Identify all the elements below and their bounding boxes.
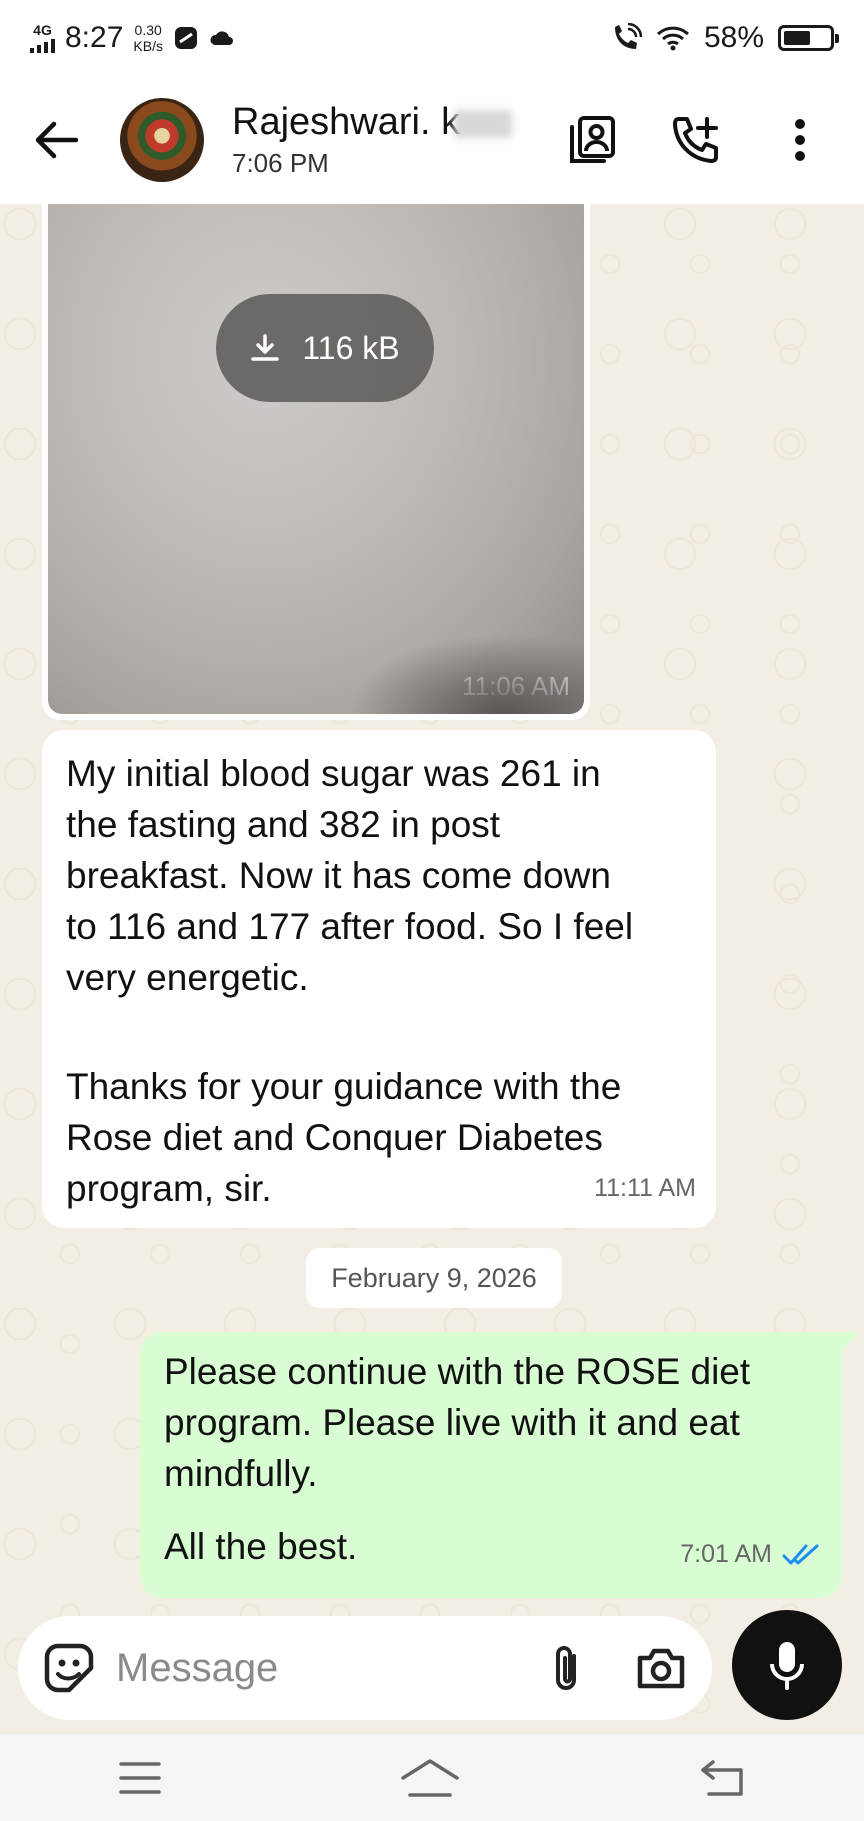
message-time: 7:01 AM bbox=[680, 1540, 772, 1568]
add-call-icon bbox=[673, 117, 718, 163]
download-size: 116 kB bbox=[302, 329, 400, 366]
network-speed: 0.30 KB/s bbox=[133, 22, 163, 54]
back-arrow-icon bbox=[35, 121, 78, 159]
add-call-button[interactable] bbox=[666, 110, 726, 170]
message-text: Please continue with the ROSE diet progr… bbox=[164, 1351, 751, 1494]
voice-message-button[interactable] bbox=[732, 1610, 842, 1720]
incoming-message[interactable]: My initial blood sugar was 261 in the fa… bbox=[42, 730, 716, 1228]
home-icon[interactable] bbox=[400, 1758, 460, 1798]
message-text: My initial blood sugar was 261 in the fa… bbox=[66, 753, 634, 998]
message-time: 11:06 AM bbox=[462, 671, 570, 701]
last-seen: 7:06 PM bbox=[232, 148, 329, 178]
battery-icon bbox=[778, 25, 839, 51]
wifi-calling-icon bbox=[614, 23, 642, 49]
status-time: 8:27 bbox=[65, 21, 124, 54]
chat-header: Rajeshwari. k 7:06 PM bbox=[0, 76, 864, 204]
battery-percent: 58% bbox=[703, 21, 764, 54]
message-input[interactable]: Message bbox=[116, 1646, 278, 1691]
message-composer: Message bbox=[18, 1616, 712, 1720]
chat-area[interactable]: 116 kB 11:06 AM My initial blood sugar w… bbox=[0, 204, 864, 1734]
cloud-icon bbox=[210, 31, 233, 45]
sticker-icon[interactable] bbox=[44, 1643, 94, 1693]
more-vert-icon bbox=[795, 119, 805, 161]
redacted-text bbox=[454, 109, 513, 138]
back-nav-icon[interactable] bbox=[699, 1759, 745, 1797]
blurred-image-preview: 116 kB 11:06 AM bbox=[48, 204, 584, 714]
wifi-icon bbox=[656, 26, 689, 51]
menu-icon[interactable] bbox=[119, 1761, 162, 1795]
camera-icon[interactable] bbox=[636, 1646, 686, 1690]
more-options-button[interactable] bbox=[770, 110, 830, 170]
message-time: 11:11 AM bbox=[594, 1174, 696, 1202]
outgoing-message[interactable]: Please continue with the ROSE diet progr… bbox=[140, 1332, 860, 1598]
contact-card-icon bbox=[570, 116, 615, 163]
image-message[interactable]: 116 kB 11:06 AM bbox=[42, 204, 590, 720]
download-button[interactable]: 116 kB bbox=[216, 294, 434, 402]
sync-app-icon bbox=[174, 27, 197, 49]
status-bar: 4G 8:27 0.30 KB/s 58% bbox=[0, 0, 864, 76]
cellular-signal-icon: 4G bbox=[30, 23, 55, 53]
contact-info[interactable]: Rajeshwari. k 7:06 PM bbox=[232, 101, 513, 179]
avatar[interactable] bbox=[120, 98, 204, 182]
date-separator: February 9, 2026 bbox=[306, 1248, 562, 1308]
back-button[interactable] bbox=[26, 110, 86, 170]
attach-icon[interactable] bbox=[548, 1642, 584, 1694]
system-nav-bar bbox=[0, 1734, 864, 1821]
mic-icon bbox=[770, 1642, 804, 1690]
download-icon bbox=[251, 334, 280, 361]
contact-name: Rajeshwari. k bbox=[232, 101, 461, 143]
contact-card-button[interactable] bbox=[562, 110, 622, 170]
read-receipt-icon bbox=[782, 1544, 819, 1564]
